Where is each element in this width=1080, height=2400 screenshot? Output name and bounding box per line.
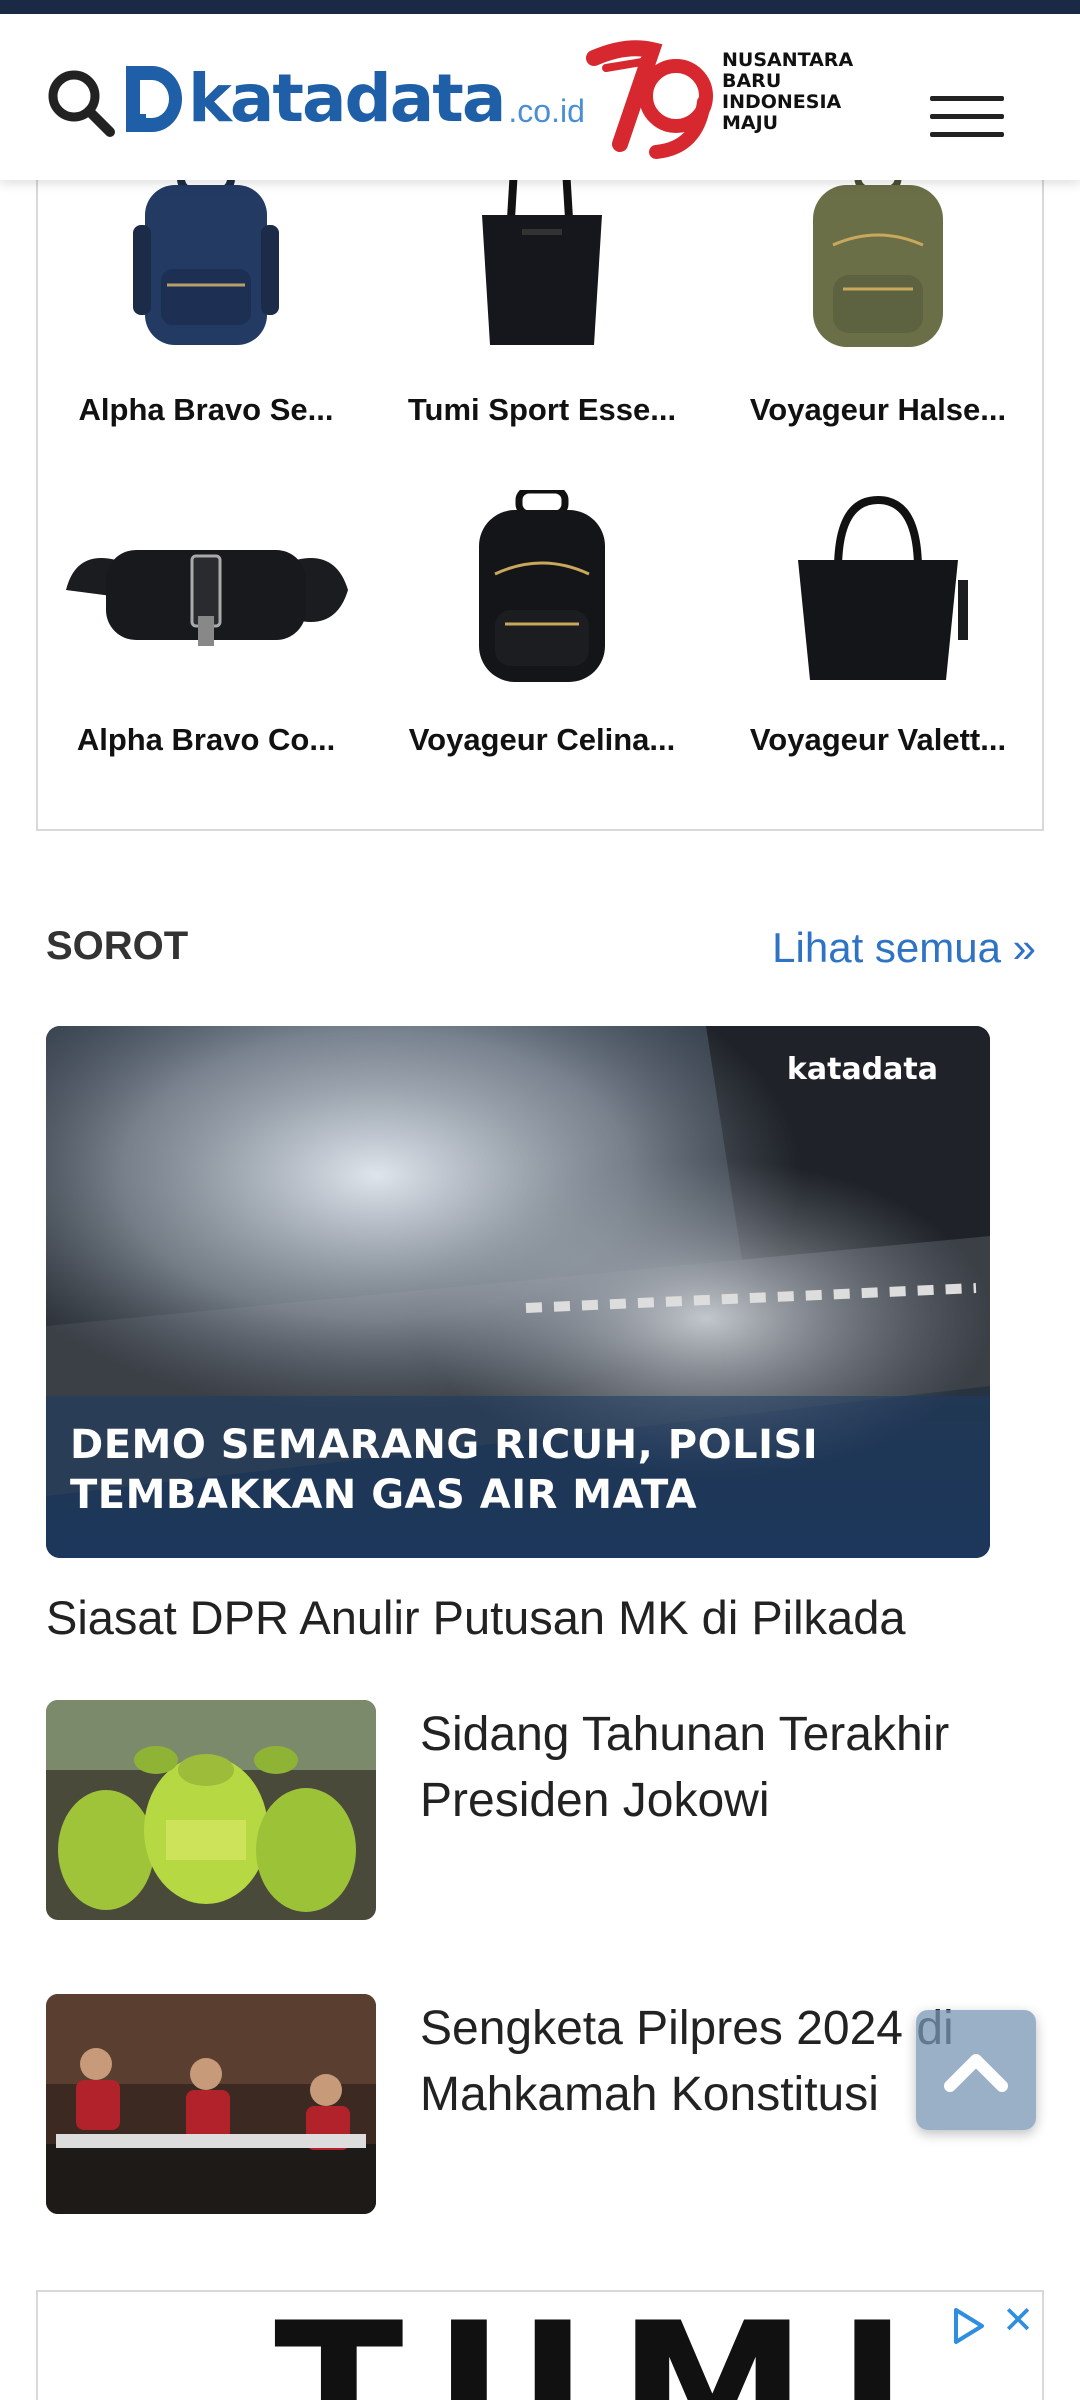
product-card[interactable]: Voyageur Celina...: [374, 480, 710, 758]
navy-backpack-icon: [133, 165, 279, 345]
product-card[interactable]: Voyageur Halse...: [710, 150, 1046, 428]
search-icon[interactable]: [44, 66, 118, 140]
top-accent-bar: [0, 0, 1080, 14]
section-title: SOROT: [46, 924, 189, 968]
product-card[interactable]: Tumi Sport Esse...: [374, 150, 710, 428]
hamburger-menu-icon[interactable]: [930, 96, 1004, 140]
close-icon[interactable]: ✕: [1002, 2302, 1034, 2340]
ad-brand-logo: TUMI: [274, 2298, 938, 2400]
list-item[interactable]: Sidang Tahunan Terakhir Presiden Jokowi: [46, 1700, 1036, 1920]
logo-wordmark: katadata: [188, 60, 506, 137]
product-name: Alpha Bravo Se...: [78, 392, 334, 427]
product-widget: Alpha Bravo Se... Tumi Sport Esse... Voy…: [36, 150, 1044, 831]
featured-article-title[interactable]: Siasat DPR Anulir Putusan MK di Pilkada: [46, 1590, 905, 1645]
advertisement-banner[interactable]: TUMI ✕: [36, 2290, 1044, 2400]
product-name: Tumi Sport Esse...: [407, 392, 677, 427]
video-watermark: katadata: [786, 1052, 938, 1087]
menu-bar: [930, 132, 1004, 137]
product-name: Voyageur Halse...: [749, 392, 1007, 427]
see-all-link[interactable]: Lihat semua »: [772, 924, 1036, 972]
caption-line: TEMBAKKAN GAS AIR MATA: [70, 1472, 698, 1518]
article-title: Sidang Tahunan Terakhir Presiden Jokowi: [420, 1708, 950, 1827]
article-thumbnail: [46, 1994, 376, 2214]
olive-backpack-icon: [813, 165, 943, 347]
black-handbag-icon: [798, 495, 968, 680]
lpg-gas-cylinders-image: [46, 1700, 376, 1920]
product-card[interactable]: Alpha Bravo Se...: [38, 150, 374, 428]
indonesia-79-anniversary-logo: [586, 40, 713, 159]
katadata-logo[interactable]: katadata .co.id: [126, 52, 585, 142]
back-to-top-button[interactable]: [916, 2010, 1036, 2130]
product-name: Voyageur Celina...: [408, 722, 676, 757]
article-thumbnail: [46, 1700, 376, 1920]
black-sling-bag-icon: [66, 550, 348, 646]
katadata-d-mark-icon: [126, 66, 182, 132]
product-card[interactable]: Alpha Bravo Co...: [38, 480, 374, 758]
caption-line: DEMO SEMARANG RICUH, POLISI: [70, 1422, 819, 1468]
black-tote-bag-icon: [482, 168, 602, 345]
court-judges-image: [46, 1994, 376, 2214]
list-item[interactable]: Sengketa Pilpres 2024 di Mahkamah Konsti…: [46, 1994, 1036, 2214]
slogan-line: BARU: [722, 70, 782, 92]
slogan-line: NUSANTARA: [722, 49, 854, 71]
adchoices-icon[interactable]: [948, 2306, 988, 2346]
chevron-up-icon: [944, 2054, 1008, 2092]
product-card[interactable]: Voyageur Valett...: [710, 480, 1046, 758]
featured-video-thumbnail[interactable]: katadata DEMO SEMARANG RICUH, POLISI TEM…: [46, 1026, 990, 1558]
video-caption: DEMO SEMARANG RICUH, POLISI TEMBAKKAN GA…: [70, 1420, 818, 1520]
product-name: Voyageur Valett...: [749, 722, 1007, 757]
site-header: katadata .co.id NUSANTARA BARU INDONESIA…: [0, 14, 1080, 180]
menu-bar: [930, 96, 1004, 101]
menu-bar: [930, 114, 1004, 119]
product-name: Alpha Bravo Co...: [76, 722, 336, 757]
black-backpack-icon: [479, 490, 605, 682]
anniversary-slogan: NUSANTARA BARU INDONESIA MAJU: [722, 50, 853, 134]
slogan-line: INDONESIA: [722, 91, 842, 113]
logo-domain: .co.id: [508, 93, 585, 129]
slogan-line: MAJU: [722, 112, 779, 134]
